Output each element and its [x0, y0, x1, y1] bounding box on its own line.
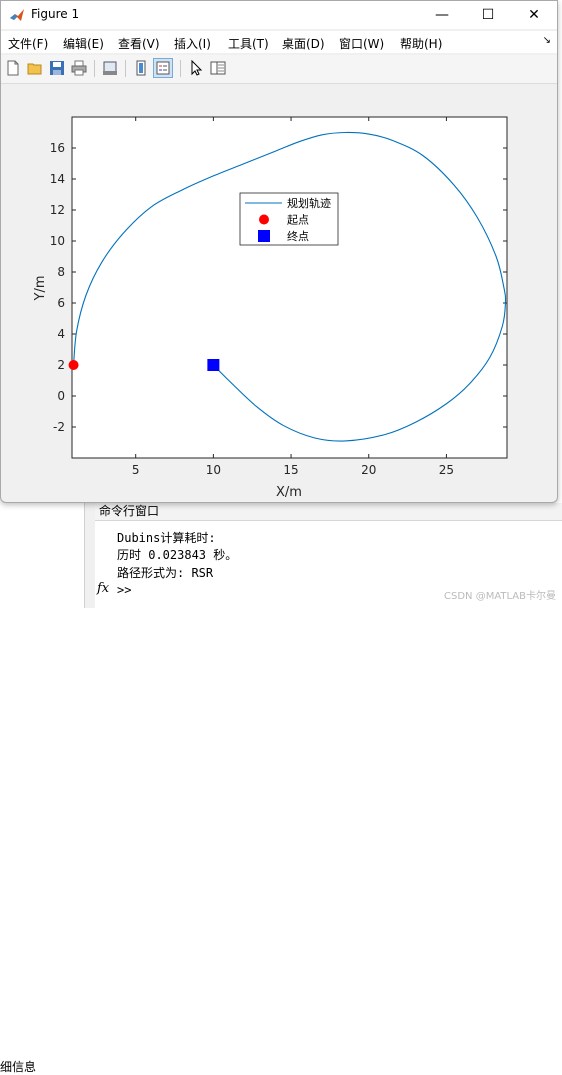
- minimize-button[interactable]: —: [419, 1, 465, 29]
- menu-insert[interactable]: 插入(I): [174, 35, 211, 52]
- property-editor-icon[interactable]: [209, 59, 227, 77]
- close-button[interactable]: ✕: [511, 1, 557, 29]
- y-tick-label: 0: [57, 389, 65, 403]
- command-window-title: 命令行窗口: [95, 503, 562, 521]
- y-tick-label: 12: [50, 203, 65, 217]
- details-label: 细信息: [0, 1060, 37, 1074]
- x-tick-label: 15: [283, 463, 298, 477]
- legend[interactable]: 规划轨迹起点终点: [239, 192, 339, 246]
- command-output-line: Dubins计算耗时:: [117, 531, 216, 545]
- x-tick-label: 20: [361, 463, 376, 477]
- legend-label: 规划轨迹: [287, 196, 331, 210]
- menu-window[interactable]: 窗口(W): [339, 35, 384, 52]
- y-tick-label: 6: [57, 296, 65, 310]
- start-point-marker: [68, 360, 79, 370]
- print-preview-icon[interactable]: [101, 59, 119, 77]
- new-figure-icon[interactable]: [4, 59, 22, 77]
- legend-label: 起点: [287, 214, 309, 227]
- plot-canvas[interactable]: 5 10 15 20 25 -2 0 2 4 6 8 10 12 14 16 规划轨迹起点终点 X/m Y/…: [1, 85, 557, 503]
- function-browser-icon[interactable]: fx: [97, 581, 109, 596]
- save-icon[interactable]: [48, 59, 66, 77]
- menu-file[interactable]: 文件(F): [8, 35, 48, 52]
- x-axis-label: X/m: [276, 485, 302, 500]
- y-tick-label: 2: [57, 358, 65, 372]
- legend-square-swatch: [258, 230, 270, 242]
- y-tick-label: 16: [50, 141, 65, 155]
- y-tick-label: 14: [50, 172, 65, 186]
- y-tick-label: 4: [57, 327, 65, 341]
- toolbar: [1, 55, 557, 84]
- legend-icon[interactable]: [153, 58, 173, 78]
- legend-circle-swatch: [259, 214, 269, 225]
- command-prompt[interactable]: >>: [117, 583, 131, 597]
- workspace-panel: 细信息: [0, 503, 84, 1074]
- title-bar[interactable]: Figure 1 — ☐ ✕: [1, 1, 557, 29]
- menu-tools[interactable]: 工具(T): [228, 35, 269, 52]
- toolbar-separator: [125, 60, 126, 77]
- menu-bar: 文件(F) 编辑(E) 查看(V) 插入(I) 工具(T) 桌面(D) 窗口(W…: [1, 31, 557, 53]
- matlab-logo-icon: [10, 9, 24, 21]
- open-file-icon[interactable]: [26, 59, 44, 77]
- print-icon[interactable]: [70, 59, 88, 77]
- maximize-button[interactable]: ☐: [465, 1, 511, 29]
- figure-window: Figure 1 — ☐ ✕ 文件(F) 编辑(E) 查看(V) 插入(I) 工…: [0, 0, 558, 503]
- toolbar-separator: [180, 60, 181, 77]
- menu-help[interactable]: 帮助(H): [400, 35, 442, 52]
- command-output-line: 路径形式为: RSR: [117, 566, 214, 580]
- menu-view[interactable]: 查看(V): [118, 35, 160, 52]
- menu-desktop[interactable]: 桌面(D): [282, 35, 325, 52]
- toolbar-separator: [94, 60, 95, 77]
- window-title: Figure 1: [31, 7, 80, 21]
- end-point-marker: [207, 359, 220, 371]
- x-tick-label: 25: [439, 463, 454, 477]
- y-tick-label: -2: [53, 420, 65, 434]
- colorbar-icon[interactable]: [132, 59, 150, 77]
- y-axis-label: Y/m: [33, 276, 48, 302]
- watermark: CSDN @MATLAB卡尔曼: [444, 591, 556, 602]
- legend-label: 终点: [287, 229, 309, 243]
- dock-arrow-icon[interactable]: ↘: [543, 35, 551, 46]
- x-tick-label: 10: [206, 463, 221, 477]
- y-tick-label: 8: [57, 265, 65, 279]
- pointer-icon[interactable]: [187, 59, 205, 77]
- y-tick-label: 10: [50, 234, 65, 248]
- command-output-line: 历时 0.023843 秒。: [117, 548, 238, 562]
- x-tick-label: 5: [132, 463, 140, 477]
- menu-edit[interactable]: 编辑(E): [63, 35, 104, 52]
